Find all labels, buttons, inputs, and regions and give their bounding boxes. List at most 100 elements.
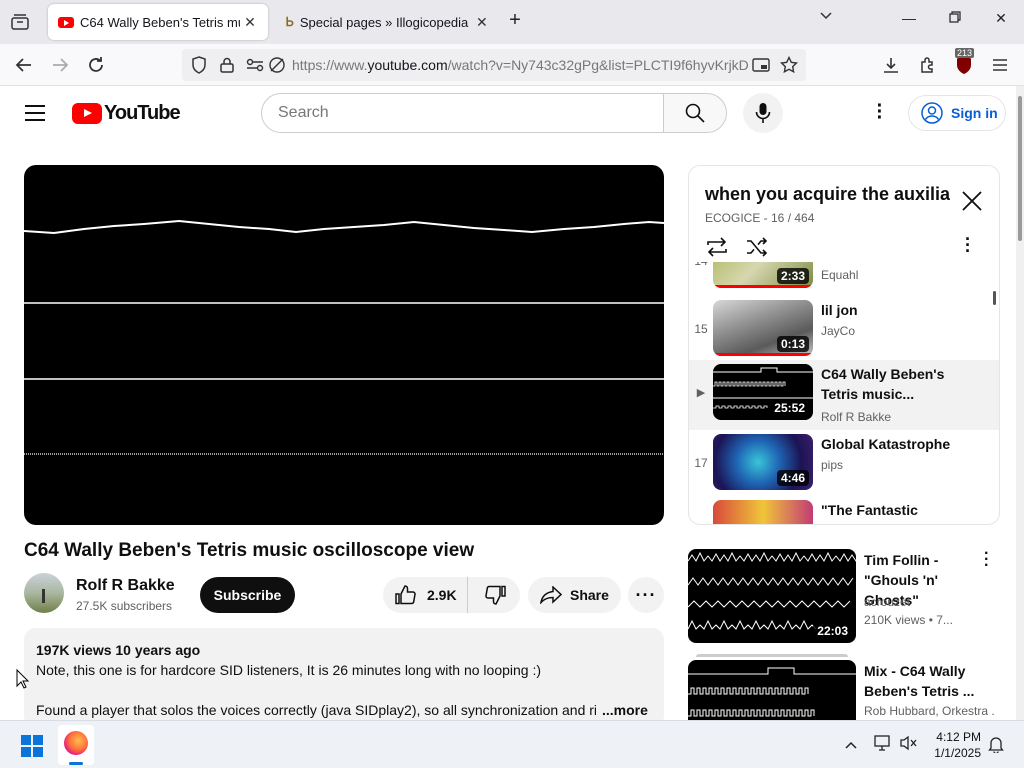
playlist-item-title: "The Fantastic Adventures of (821, 502, 918, 524)
playlist-item-duration: 2:33 (776, 268, 809, 284)
tab-list-icon[interactable] (9, 11, 31, 33)
like-button[interactable]: 2.9K (383, 577, 468, 613)
youtube-logo-icon (72, 102, 102, 124)
url-prefix: https://www. (292, 57, 368, 73)
tab-overflow-chevron-icon[interactable] (814, 8, 838, 25)
playlist-kebab-icon[interactable]: · · · (965, 230, 971, 260)
network-icon[interactable] (874, 735, 892, 756)
playlist-item-channel: Rolf R Bakke (821, 410, 892, 424)
search-button[interactable] (663, 93, 727, 133)
tab-close-icon[interactable]: ✕ (472, 14, 492, 31)
shuffle-icon[interactable] (745, 236, 769, 260)
playlist-item[interactable]: "The Fantastic Adventures of (689, 496, 999, 524)
extension-badge: 213 (955, 48, 975, 58)
url-text[interactable]: https://www.youtube.com/watch?v=Ny743c32… (292, 57, 752, 73)
playlist-item[interactable]: 14 2:33 Equahl (689, 262, 999, 296)
related-video-kebab-icon[interactable]: · · · (984, 546, 989, 574)
channel-avatar[interactable] (24, 573, 64, 613)
reload-icon[interactable] (85, 54, 107, 76)
playlist-item[interactable]: 15 0:13 lil jon JayCo (689, 296, 999, 364)
playlist-item-thumbnail: 25:52 (713, 364, 813, 420)
tab-close-icon[interactable]: ✕ (240, 14, 260, 31)
ublock-extension-icon[interactable]: 213 (953, 48, 975, 76)
related-video-duration: 22:03 (813, 623, 852, 639)
minimize-icon[interactable]: — (897, 10, 921, 26)
bookmark-star-icon[interactable] (778, 54, 800, 76)
playlist-item-duration: 25:52 (770, 400, 809, 416)
like-count: 2.9K (427, 587, 457, 603)
sign-in-button[interactable]: Sign in (908, 95, 1006, 131)
channel-name[interactable]: Rolf R Bakke (76, 577, 175, 595)
playlist-panel: when you acquire the auxiliary ECOGICE -… (688, 165, 1000, 525)
dislike-button[interactable] (469, 577, 520, 613)
tab-title: C64 Wally Beben's Tetris music (80, 14, 240, 30)
youtube-favicon-icon (58, 16, 74, 28)
channel-subscriber-count: 27.5K subscribers (76, 599, 173, 613)
share-button[interactable]: Share (528, 577, 621, 613)
close-window-icon[interactable]: ✕ (989, 10, 1013, 27)
account-icon (921, 102, 943, 124)
downloads-icon[interactable] (880, 54, 902, 76)
subscribe-button[interactable]: Subscribe (200, 577, 295, 613)
microphone-icon (755, 103, 771, 123)
video-title: C64 Wally Beben's Tetris music oscillosc… (24, 540, 475, 561)
tab-illogicopedia[interactable]: Ꮟ Special pages » Illogicopedia - ✕ (276, 4, 496, 40)
playlist-scroll-thumb[interactable] (993, 291, 996, 305)
back-icon[interactable] (13, 54, 35, 76)
related-video[interactable]: 22:03 Tim Follin - "Ghouls 'n' Ghosts" a… (688, 546, 1008, 645)
more-actions-button[interactable]: ··· (628, 577, 664, 613)
search-box (261, 93, 664, 133)
permissions-icon[interactable] (244, 54, 266, 76)
more-horizontal-icon: ··· (635, 584, 657, 605)
app-menu-icon[interactable] (989, 54, 1011, 76)
playlist-item-channel: Equahl (821, 268, 859, 282)
share-label: Share (570, 587, 609, 603)
new-tab-icon[interactable]: + (503, 9, 527, 32)
browser-tab-bar: C64 Wally Beben's Tetris music ✕ Ꮟ Speci… (0, 0, 1024, 44)
youtube-logo[interactable]: YouTube (72, 102, 181, 124)
shield-icon[interactable] (188, 54, 210, 76)
playlist-item-title: C64 Wally Beben's Tetris music... (821, 366, 945, 402)
picture-in-picture-icon[interactable] (750, 54, 772, 76)
voice-search-button[interactable] (743, 93, 783, 133)
related-video-thumbnail: 22:03 (688, 549, 856, 643)
related-video-channel: Rob Hubbard, Orkestra ... (864, 704, 994, 718)
related-video[interactable]: Mix - C64 Wally Beben's Tetris ... Rob H… (688, 654, 1008, 720)
playlist-item-index: 15 (694, 322, 708, 336)
page-scrollbar-thumb[interactable] (1018, 96, 1022, 241)
show-hidden-icons-chevron-icon[interactable] (844, 737, 858, 755)
youtube-header: YouTube ··· Sign in (0, 86, 1016, 142)
autoplay-blocked-icon[interactable] (266, 54, 288, 76)
page-scrollbar[interactable] (1016, 86, 1024, 720)
playlist-item[interactable]: 17 4:46 Global Katastrophe pips (689, 430, 999, 498)
clock-time: 4:12 PM (936, 730, 981, 744)
video-player[interactable] (24, 165, 664, 525)
tab-youtube[interactable]: C64 Wally Beben's Tetris music ✕ (48, 4, 268, 40)
search-icon (685, 103, 705, 123)
guide-menu-icon[interactable] (24, 104, 48, 124)
playlist-item-thumbnail: 4:46 (713, 434, 813, 490)
settings-kebab-icon[interactable]: · · · (870, 96, 890, 128)
sign-in-label: Sign in (951, 105, 998, 121)
windows-start-icon[interactable] (21, 735, 43, 757)
playlist-item-current[interactable]: ▶ 25:52 C64 Wally Beben's Tetris music..… (689, 360, 999, 430)
loop-playlist-icon[interactable] (705, 236, 729, 260)
extensions-icon[interactable] (917, 54, 939, 76)
lock-icon[interactable] (216, 54, 238, 76)
volume-muted-icon[interactable] (900, 735, 918, 756)
url-bar[interactable]: https://www.youtube.com/watch?v=Ny743c32… (182, 49, 806, 81)
maximize-icon[interactable] (943, 10, 967, 26)
notifications-bell-icon[interactable] (988, 735, 1004, 758)
playlist-title[interactable]: when you acquire the auxiliary (705, 184, 950, 205)
firefox-taskbar-icon[interactable] (58, 725, 94, 765)
mouse-cursor-icon (16, 668, 30, 694)
windows-taskbar: 4:12 PM 1/1/2025 (0, 720, 1024, 768)
playlist-items: 14 2:33 Equahl 15 0:13 lil jon JayCo ▶ (689, 262, 999, 524)
close-playlist-icon[interactable] (961, 190, 985, 214)
search-input[interactable] (262, 94, 632, 132)
show-more-link[interactable]: ...more (602, 702, 648, 718)
playlist-item-channel: pips (821, 458, 844, 472)
taskbar-clock[interactable]: 4:12 PM 1/1/2025 (925, 729, 981, 761)
forward-icon[interactable] (49, 54, 71, 76)
description-box[interactable]: 197K views 10 years ago Note, this one i… (24, 628, 664, 728)
